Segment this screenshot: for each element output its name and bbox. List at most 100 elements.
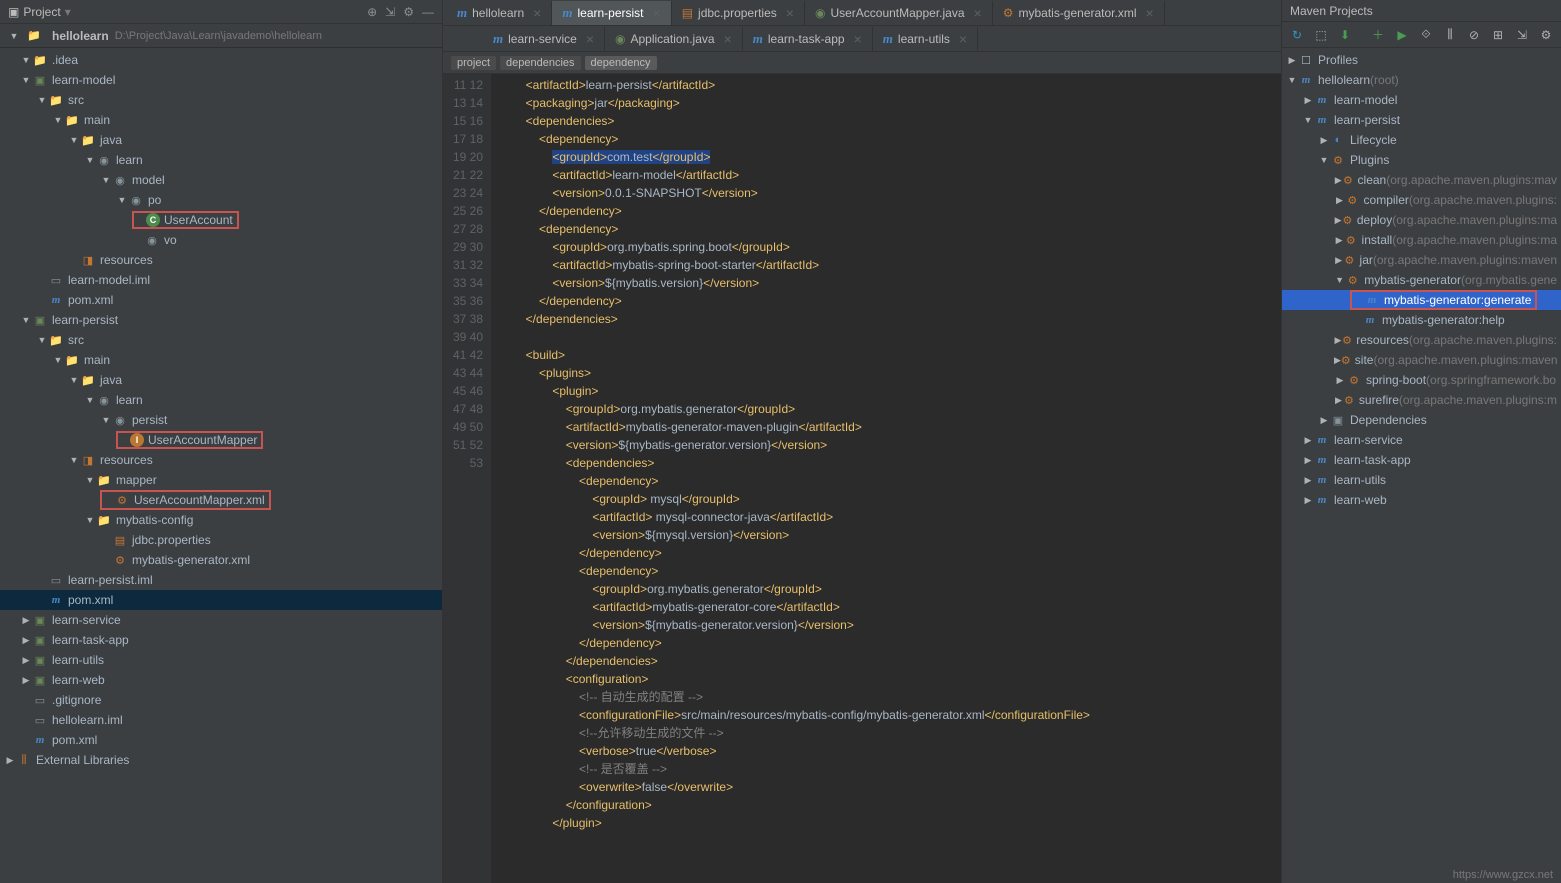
maven-item-resources[interactable]: ▶⚙resources (org.apache.maven.plugins:	[1282, 330, 1561, 350]
tree-item-java[interactable]: ▼📁java	[0, 130, 442, 150]
crumb-project[interactable]: project	[451, 56, 496, 70]
tree-item-learn[interactable]: ▼◉learn	[0, 150, 442, 170]
maven-item-jar[interactable]: ▶⚙jar (org.apache.maven.plugins:maven	[1282, 250, 1561, 270]
tree-item-learn-model[interactable]: ▼▣learn-model	[0, 70, 442, 90]
tree-item-java[interactable]: ▼📁java	[0, 370, 442, 390]
tab-learn-utils[interactable]: mlearn-utils×	[873, 27, 978, 51]
close-icon[interactable]: ×	[653, 5, 661, 21]
code-content[interactable]: <artifactId>learn-persist</artifactId> <…	[491, 74, 1281, 883]
toggle-icon[interactable]: ⫼	[1441, 26, 1459, 44]
maven-item-Lifecycle[interactable]: ▶◐Lifecycle	[1282, 130, 1561, 150]
tab-learn-task-app[interactable]: mlearn-task-app×	[743, 27, 873, 51]
hide-icon[interactable]: —	[422, 5, 434, 19]
offline-icon[interactable]: ⊘	[1465, 26, 1483, 44]
tab-learn-persist[interactable]: mlearn-persist×	[552, 1, 671, 25]
tree-item-learn-persist[interactable]: ▼▣learn-persist	[0, 310, 442, 330]
dependencies-icon[interactable]: ⊞	[1489, 26, 1507, 44]
tree-item-pom-xml[interactable]: mpom.xml	[0, 590, 442, 610]
tree-item-learn-task-app[interactable]: ▶▣learn-task-app	[0, 630, 442, 650]
reimport-icon[interactable]: ↻	[1288, 26, 1306, 44]
tree-item-pom-xml[interactable]: mpom.xml	[0, 730, 442, 750]
maven-item-learn-persist[interactable]: ▼mlearn-persist	[1282, 110, 1561, 130]
tree-item-learn-persist-iml[interactable]: ▭learn-persist.iml	[0, 570, 442, 590]
code-editor[interactable]: 11 12 13 14 15 16 17 18 19 20 21 22 23 2…	[443, 74, 1281, 883]
tree-item-resources[interactable]: ◨resources	[0, 250, 442, 270]
tree-item-learn-utils[interactable]: ▶▣learn-utils	[0, 650, 442, 670]
tree-item-jdbc-properties[interactable]: ▤jdbc.properties	[0, 530, 442, 550]
tree-item-main[interactable]: ▼📁main	[0, 110, 442, 130]
close-icon[interactable]: ×	[854, 31, 862, 47]
maven-item-mybatis-generator-help[interactable]: mmybatis-generator:help	[1282, 310, 1561, 330]
tree-item-mapper[interactable]: ▼📁mapper	[0, 470, 442, 490]
maven-item-deploy[interactable]: ▶⚙deploy (org.apache.maven.plugins:ma	[1282, 210, 1561, 230]
tree-item-src[interactable]: ▼📁src	[0, 330, 442, 350]
close-icon[interactable]: ×	[974, 5, 982, 21]
collapse-icon[interactable]: ⇲	[385, 5, 395, 19]
tree-item-UserAccountMapper-xml[interactable]: ⚙UserAccountMapper.xml	[0, 490, 442, 510]
maven-item-mybatis-generator-generate[interactable]: mmybatis-generator:generate	[1282, 290, 1561, 310]
tab-Application-java[interactable]: ◉Application.java×	[605, 27, 743, 51]
tree-item--gitignore[interactable]: ▭.gitignore	[0, 690, 442, 710]
maven-settings-icon[interactable]: ⚙	[1537, 26, 1555, 44]
tree-item-main[interactable]: ▼📁main	[0, 350, 442, 370]
tree-item-UserAccountMapper[interactable]: IUserAccountMapper	[0, 430, 442, 450]
settings-icon[interactable]: ⚙	[403, 5, 414, 19]
maven-item-learn-model[interactable]: ▶mlearn-model	[1282, 90, 1561, 110]
close-icon[interactable]: ×	[586, 31, 594, 47]
close-icon[interactable]: ×	[786, 5, 794, 21]
close-icon[interactable]: ×	[724, 31, 732, 47]
tree-item-UserAccount[interactable]: CUserAccount	[0, 210, 442, 230]
maven-item-learn-utils[interactable]: ▶mlearn-utils	[1282, 470, 1561, 490]
tree-item-mybatis-config[interactable]: ▼📁mybatis-config	[0, 510, 442, 530]
maven-item-compiler[interactable]: ▶⚙compiler (org.apache.maven.plugins:	[1282, 190, 1561, 210]
maven-item-learn-web[interactable]: ▶mlearn-web	[1282, 490, 1561, 510]
add-icon[interactable]: ＋	[1369, 26, 1387, 44]
close-icon[interactable]: ×	[533, 5, 541, 21]
tab-learn-service[interactable]: mlearn-service×	[483, 27, 605, 51]
project-tree[interactable]: ▼📁.idea▼▣learn-model▼📁src▼📁main▼📁java▼◉l…	[0, 48, 442, 883]
scroll-from-source-icon[interactable]: ⊕	[367, 5, 377, 19]
maven-item-hellolearn[interactable]: ▼mhellolearn (root)	[1282, 70, 1561, 90]
generate-icon[interactable]: ⬚	[1312, 26, 1330, 44]
tab-jdbc-properties[interactable]: ▤jdbc.properties×	[672, 1, 805, 25]
maven-item-clean[interactable]: ▶⚙clean (org.apache.maven.plugins:mav	[1282, 170, 1561, 190]
tree-item-learn-web[interactable]: ▶▣learn-web	[0, 670, 442, 690]
maven-item-Plugins[interactable]: ▼⚙Plugins	[1282, 150, 1561, 170]
tree-item-po[interactable]: ▼◉po	[0, 190, 442, 210]
tree-item-External-Libraries[interactable]: ▶⫼External Libraries	[0, 750, 442, 770]
tree-item-hellolearn-iml[interactable]: ▭hellolearn.iml	[0, 710, 442, 730]
tree-item-mybatis-generator-xml[interactable]: ⚙mybatis-generator.xml	[0, 550, 442, 570]
tree-item-persist[interactable]: ▼◉persist	[0, 410, 442, 430]
tree-item-src[interactable]: ▼📁src	[0, 90, 442, 110]
tree-item--idea[interactable]: ▼📁.idea	[0, 50, 442, 70]
tree-item-learn[interactable]: ▼◉learn	[0, 390, 442, 410]
close-icon[interactable]: ×	[959, 31, 967, 47]
close-icon[interactable]: ×	[1146, 5, 1154, 21]
tab-UserAccountMapper-java[interactable]: ◉UserAccountMapper.java×	[805, 1, 993, 25]
tree-item-learn-model-iml[interactable]: ▭learn-model.iml	[0, 270, 442, 290]
crumb-dependencies[interactable]: dependencies	[500, 56, 581, 70]
maven-item-learn-task-app[interactable]: ▶mlearn-task-app	[1282, 450, 1561, 470]
tree-item-pom-xml[interactable]: mpom.xml	[0, 290, 442, 310]
maven-item-Profiles[interactable]: ▶☐Profiles	[1282, 50, 1561, 70]
crumb-dependency[interactable]: dependency	[585, 56, 657, 70]
maven-tree[interactable]: ▶☐Profiles▼mhellolearn (root)▶mlearn-mod…	[1282, 48, 1561, 883]
maven-item-site[interactable]: ▶⚙site (org.apache.maven.plugins:maven	[1282, 350, 1561, 370]
maven-item-surefire[interactable]: ▶⚙surefire (org.apache.maven.plugins:m	[1282, 390, 1561, 410]
download-icon[interactable]: ⬇	[1336, 26, 1354, 44]
tree-item-model[interactable]: ▼◉model	[0, 170, 442, 190]
execute-icon[interactable]: ⟐	[1417, 26, 1435, 44]
tree-item-learn-service[interactable]: ▶▣learn-service	[0, 610, 442, 630]
tab-mybatis-generator-xml[interactable]: ⚙mybatis-generator.xml×	[993, 1, 1165, 25]
project-root[interactable]: ▼📁 hellolearn D:\Project\Java\Learn\java…	[0, 24, 442, 48]
tree-item-vo[interactable]: ◉vo	[0, 230, 442, 250]
tab-hellolearn[interactable]: mhellolearn×	[447, 1, 552, 25]
collapse-all-icon[interactable]: ⇲	[1513, 26, 1531, 44]
maven-item-Dependencies[interactable]: ▶▣Dependencies	[1282, 410, 1561, 430]
maven-item-spring-boot[interactable]: ▶⚙spring-boot (org.springframework.bo	[1282, 370, 1561, 390]
tree-item-resources[interactable]: ▼◨resources	[0, 450, 442, 470]
maven-item-mybatis-generator[interactable]: ▼⚙mybatis-generator (org.mybatis.gene	[1282, 270, 1561, 290]
run-icon[interactable]: ▶	[1393, 26, 1411, 44]
maven-item-install[interactable]: ▶⚙install (org.apache.maven.plugins:ma	[1282, 230, 1561, 250]
maven-item-learn-service[interactable]: ▶mlearn-service	[1282, 430, 1561, 450]
